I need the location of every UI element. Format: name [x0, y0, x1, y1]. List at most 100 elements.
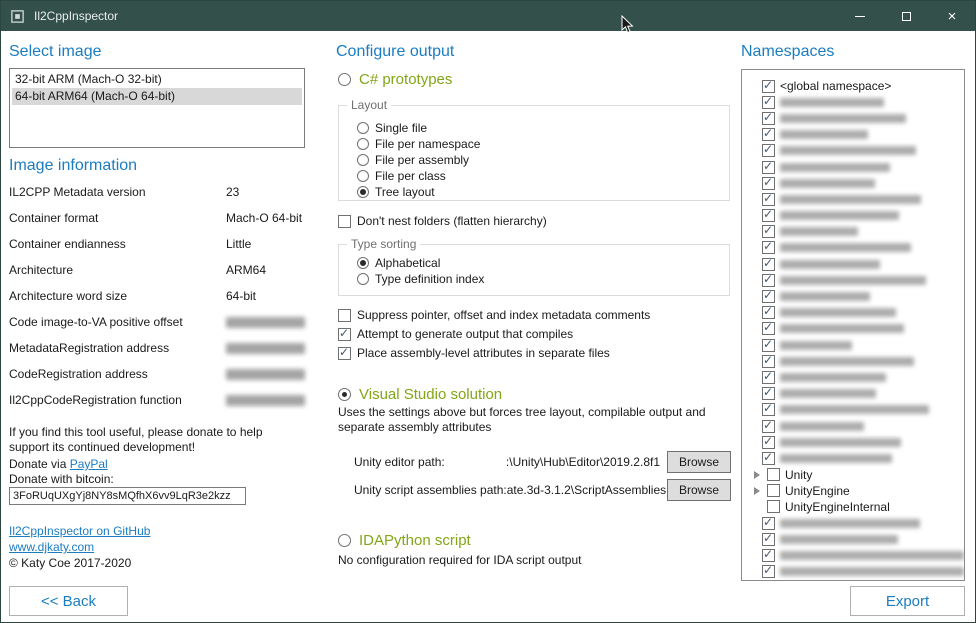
expander-icon[interactable] [754, 471, 760, 479]
namespace-checkbox[interactable] [762, 387, 775, 400]
radio-icon[interactable] [357, 138, 369, 150]
checkbox-icon[interactable] [338, 215, 351, 228]
namespace-checkbox[interactable] [762, 371, 775, 384]
namespace-checkbox[interactable] [762, 209, 775, 222]
namespace-row[interactable] [742, 353, 964, 369]
namespace-checkbox[interactable] [762, 306, 775, 319]
namespace-row[interactable] [742, 288, 964, 304]
namespace-row[interactable] [742, 386, 964, 402]
radio-icon[interactable] [338, 73, 351, 86]
namespace-row[interactable] [742, 159, 964, 175]
namespace-row[interactable] [742, 515, 964, 531]
bitcoin-address-input[interactable] [9, 487, 246, 505]
namespace-checkbox[interactable] [762, 403, 775, 416]
namespace-checkbox[interactable] [762, 225, 775, 238]
website-link[interactable]: www.djkaty.com [9, 540, 94, 554]
namespace-checkbox[interactable] [762, 549, 775, 562]
maximize-button[interactable] [883, 1, 929, 31]
namespace-row[interactable] [742, 240, 964, 256]
radio-icon[interactable] [338, 388, 351, 401]
namespace-row[interactable] [742, 94, 964, 110]
namespace-checkbox[interactable] [762, 144, 775, 157]
radio-icon[interactable] [357, 154, 369, 166]
namespace-checkbox[interactable] [767, 484, 780, 497]
namespace-row[interactable] [742, 208, 964, 224]
browse-editor-path-button[interactable]: Browse [667, 451, 731, 473]
namespace-checkbox[interactable] [762, 161, 775, 174]
layout-option[interactable]: Tree layout [357, 184, 729, 199]
namespace-row[interactable] [742, 305, 964, 321]
namespace-row[interactable] [742, 224, 964, 240]
namespace-row[interactable]: Unity [742, 467, 964, 483]
radio-icon[interactable] [338, 534, 351, 547]
browse-assemblies-path-button[interactable]: Browse [667, 479, 731, 501]
namespace-row[interactable] [742, 369, 964, 385]
namespace-checkbox[interactable] [762, 420, 775, 433]
namespace-row[interactable] [742, 127, 964, 143]
namespace-checkbox[interactable] [762, 96, 775, 109]
namespace-checkbox[interactable] [762, 565, 775, 578]
namespace-checkbox[interactable] [762, 322, 775, 335]
namespace-checkbox[interactable] [762, 274, 775, 287]
vs-solution-option[interactable]: Visual Studio solution [338, 386, 502, 403]
namespace-row[interactable] [742, 564, 964, 580]
namespace-row[interactable] [742, 547, 964, 563]
namespace-checkbox[interactable] [762, 128, 775, 141]
paypal-link[interactable]: PayPal [70, 457, 108, 471]
namespace-row[interactable]: <global namespace> [742, 78, 964, 94]
back-button[interactable]: << Back [9, 586, 128, 616]
minimize-button[interactable] [837, 1, 883, 31]
radio-icon[interactable] [357, 273, 369, 285]
namespace-row[interactable]: UnityEngine [742, 483, 964, 499]
idapython-option[interactable]: IDAPython script [338, 532, 471, 549]
layout-option[interactable]: File per namespace [357, 136, 729, 151]
expander-icon[interactable] [754, 487, 760, 495]
namespace-checkbox[interactable] [762, 533, 775, 546]
github-link[interactable]: Il2CppInspector on GitHub [9, 524, 150, 538]
image-list-item[interactable]: 32-bit ARM (Mach-O 32-bit) [12, 71, 302, 88]
namespace-row[interactable] [742, 191, 964, 207]
export-button[interactable]: Export [850, 586, 965, 616]
radio-icon[interactable] [357, 122, 369, 134]
sorting-option[interactable]: Type definition index [357, 271, 729, 286]
unity-editor-path-value[interactable]: :\Unity\Hub\Editor\2019.2.8f1 [445, 455, 667, 469]
namespace-checkbox[interactable] [762, 339, 775, 352]
namespace-checkbox[interactable] [762, 290, 775, 303]
namespace-row[interactable] [742, 434, 964, 450]
output-checkbox-row[interactable]: Place assembly-level attributes in separ… [338, 346, 738, 360]
namespace-checkbox[interactable] [762, 517, 775, 530]
namespace-checkbox[interactable] [762, 193, 775, 206]
namespace-checkbox[interactable] [767, 468, 780, 481]
namespace-row[interactable]: UnityEngineInternal [742, 499, 964, 515]
namespace-checkbox[interactable] [762, 80, 775, 93]
namespace-row[interactable] [742, 337, 964, 353]
namespace-row[interactable] [742, 272, 964, 288]
namespace-row[interactable] [742, 143, 964, 159]
namespace-row[interactable] [742, 450, 964, 466]
namespace-checkbox[interactable] [762, 241, 775, 254]
namespace-row[interactable] [742, 402, 964, 418]
namespace-checkbox[interactable] [762, 112, 775, 125]
sorting-option[interactable]: Alphabetical [357, 255, 729, 270]
namespace-row[interactable] [742, 321, 964, 337]
namespace-checkbox[interactable] [762, 452, 775, 465]
namespace-checkbox[interactable] [762, 355, 775, 368]
namespace-checkbox[interactable] [762, 258, 775, 271]
checkbox-icon[interactable] [338, 347, 351, 360]
output-checkbox-row[interactable]: Suppress pointer, offset and index metad… [338, 308, 738, 322]
unity-assemblies-path-value[interactable]: ate.3d-3.1.2\ScriptAssemblies [507, 483, 667, 497]
close-button[interactable]: × [929, 1, 975, 31]
checkbox-icon[interactable] [338, 309, 351, 322]
image-listbox[interactable]: 32-bit ARM (Mach-O 32-bit)64-bit ARM64 (… [9, 68, 305, 148]
radio-icon[interactable] [357, 170, 369, 182]
namespace-checkbox[interactable] [767, 500, 780, 513]
image-list-item[interactable]: 64-bit ARM64 (Mach-O 64-bit) [12, 88, 302, 105]
flatten-checkbox-row[interactable]: Don't nest folders (flatten hierarchy) [338, 214, 547, 228]
namespace-row[interactable] [742, 256, 964, 272]
namespace-row[interactable] [742, 418, 964, 434]
layout-option[interactable]: File per assembly [357, 152, 729, 167]
layout-option[interactable]: Single file [357, 120, 729, 135]
output-checkbox-row[interactable]: Attempt to generate output that compiles [338, 327, 738, 341]
namespace-row[interactable] [742, 531, 964, 547]
namespace-row[interactable] [742, 110, 964, 126]
